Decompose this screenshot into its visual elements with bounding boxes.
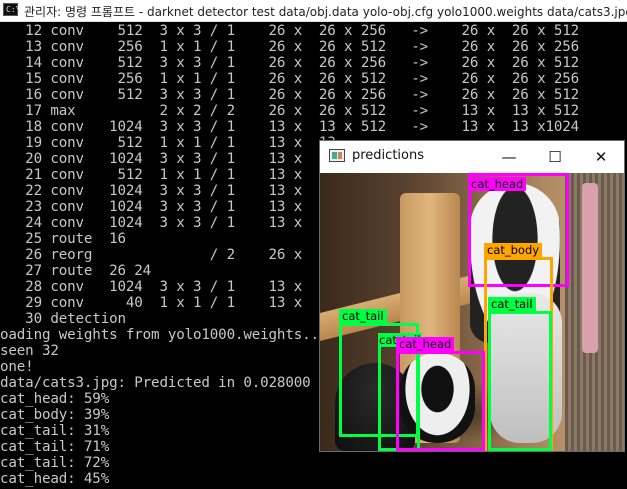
detection-label: cat_tail [339,309,387,323]
predictions-window[interactable]: predictions — ☐ ✕ cat_head cat_body cat_… [319,140,625,452]
console-line: 16 conv 512 3 x 3 / 1 26 x 26 x 256 -> 2… [0,87,580,103]
console-line: 12 conv 512 3 x 3 / 1 26 x 26 x 256 -> 2… [0,23,580,39]
console-line: cat_tail: 72% [0,455,110,471]
console-line: cat_head: 45% [0,471,110,487]
console-line: 28 conv 1024 3 x 3 / 1 13 x 13 [0,279,336,295]
prediction-image: cat_head cat_body cat_tail cat_tail cat_… [320,173,624,451]
console-line: 18 conv 1024 3 x 3 / 1 13 x 13 x 512 -> … [0,119,580,135]
console-line: 25 route 16 [0,231,126,247]
console-line: 22 conv 1024 3 x 3 / 1 13 x 13 [0,183,336,199]
console-line: 14 conv 512 3 x 3 / 1 26 x 26 x 256 -> 2… [0,55,580,71]
detection-label: cat_body [484,243,543,257]
detection-label: cat_tail [488,297,536,311]
maximize-button[interactable]: ☐ [532,141,578,173]
console-line: 19 conv 512 1 x 1 / 1 13 x 13 [0,135,336,151]
console-line: 21 conv 512 1 x 1 / 1 13 x 13 [0,167,336,183]
console-line: cat_tail: 71% [0,439,110,455]
detection-box-cat-head [396,351,485,451]
console-line: 27 route 26 24 [0,263,152,279]
console-line: seen 32 [0,343,59,359]
console-line: one! [0,359,34,375]
detection-box-cat-tail [488,311,552,451]
console-line: cat_head: 59% [0,391,110,407]
console-line: cat_tail: 31% [0,423,110,439]
console-line: data/cats3.jpg: Predicted in 0.028000 se… [0,375,345,391]
console-line: oading weights from yolo1000.weights... [0,327,328,343]
console-line: 24 conv 1024 3 x 3 / 1 13 x 13 [0,215,336,231]
console-line: 26 reorg / 2 26 x 26 [0,247,336,263]
image-window-icon [329,149,345,162]
cmd-icon: C:\ [3,3,20,16]
minimize-button[interactable]: — [486,141,532,173]
close-button[interactable]: ✕ [578,141,624,173]
predictions-title-bar[interactable]: predictions — ☐ ✕ [320,141,624,173]
console-line: 13 conv 256 1 x 1 / 1 26 x 26 x 512 -> 2… [0,39,580,55]
console-line: 29 conv 40 1 x 1 / 1 13 x 13 [0,295,336,311]
pink-strip [582,183,598,353]
predictions-window-title: predictions [352,148,424,163]
detection-label: cat_head [396,337,455,351]
console-line: 20 conv 1024 3 x 3 / 1 13 x 13 [0,151,336,167]
console-line: 30 detection [0,311,126,327]
detection-label: cat_head [468,177,527,191]
window-title: 관리자: 명령 프롬프트 - darknet detector test dat… [24,5,627,19]
console-line: cat_body: 39% [0,407,110,423]
title-bar: C:\ 관리자: 명령 프롬프트 - darknet detector test… [0,0,627,22]
console-line: 15 conv 256 1 x 1 / 1 26 x 26 x 512 -> 2… [0,71,580,87]
console-line: 17 max 2 x 2 / 2 26 x 26 x 512 -> 13 x 1… [0,103,580,119]
console-line: 23 conv 1024 3 x 3 / 1 13 x 13 [0,199,336,215]
